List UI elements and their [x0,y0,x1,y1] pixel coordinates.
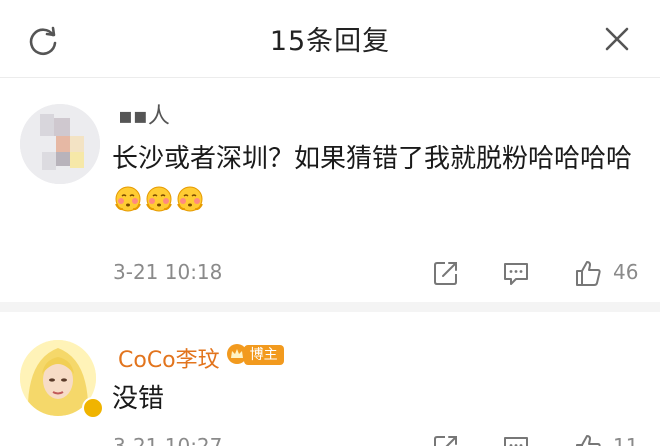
pixelated-avatar-image [20,104,100,184]
comment-text: 长沙或者深圳？如果猜错了我就脱粉哈哈哈哈 [112,138,640,222]
like-icon[interactable] [573,258,603,288]
comment-item: ▪▪人 长沙或者深圳？如果猜错了我就脱粉哈哈哈哈 3-21 10:18 46 [0,80,660,302]
section-divider [0,302,660,312]
like-count: 46 [613,260,639,284]
comment-time: 3-21 10:27 [113,434,223,446]
avatar[interactable] [20,104,100,184]
comment-username[interactable]: CoCo李玟 [118,348,220,373]
share-icon[interactable] [431,258,461,288]
comment-text-body: 长沙或者深圳？如果猜错了我就脱粉哈哈哈哈 [112,144,633,174]
reply-header: 15条回复 [0,0,660,78]
comment-time: 3-21 10:18 [113,260,223,284]
comment-author: CoCo李玟 博主 [118,342,284,374]
shy-face-emoji-icon [115,186,141,212]
share-icon[interactable] [431,432,461,446]
shy-face-emoji-icon [146,186,172,212]
author-badge: 博主 [226,343,284,365]
comment-icon[interactable] [501,258,531,288]
comment-icon[interactable] [501,432,531,446]
like-icon[interactable] [573,432,603,446]
badge-label: 博主 [243,345,284,365]
comment-text: 没错 [112,384,165,414]
close-icon[interactable] [602,24,632,54]
comment-item: CoCo李玟 博主 没错 3-21 10:27 11 [0,312,660,446]
comment-meta: 3-21 10:27 11 [113,432,660,446]
comment-meta: 3-21 10:18 46 [113,258,660,288]
shy-face-emoji-icon [177,186,203,212]
comment-username[interactable]: ▪▪人 [118,98,170,130]
like-count: 11 [613,434,639,446]
page-title: 15条回复 [269,26,391,57]
verified-icon [82,397,104,419]
